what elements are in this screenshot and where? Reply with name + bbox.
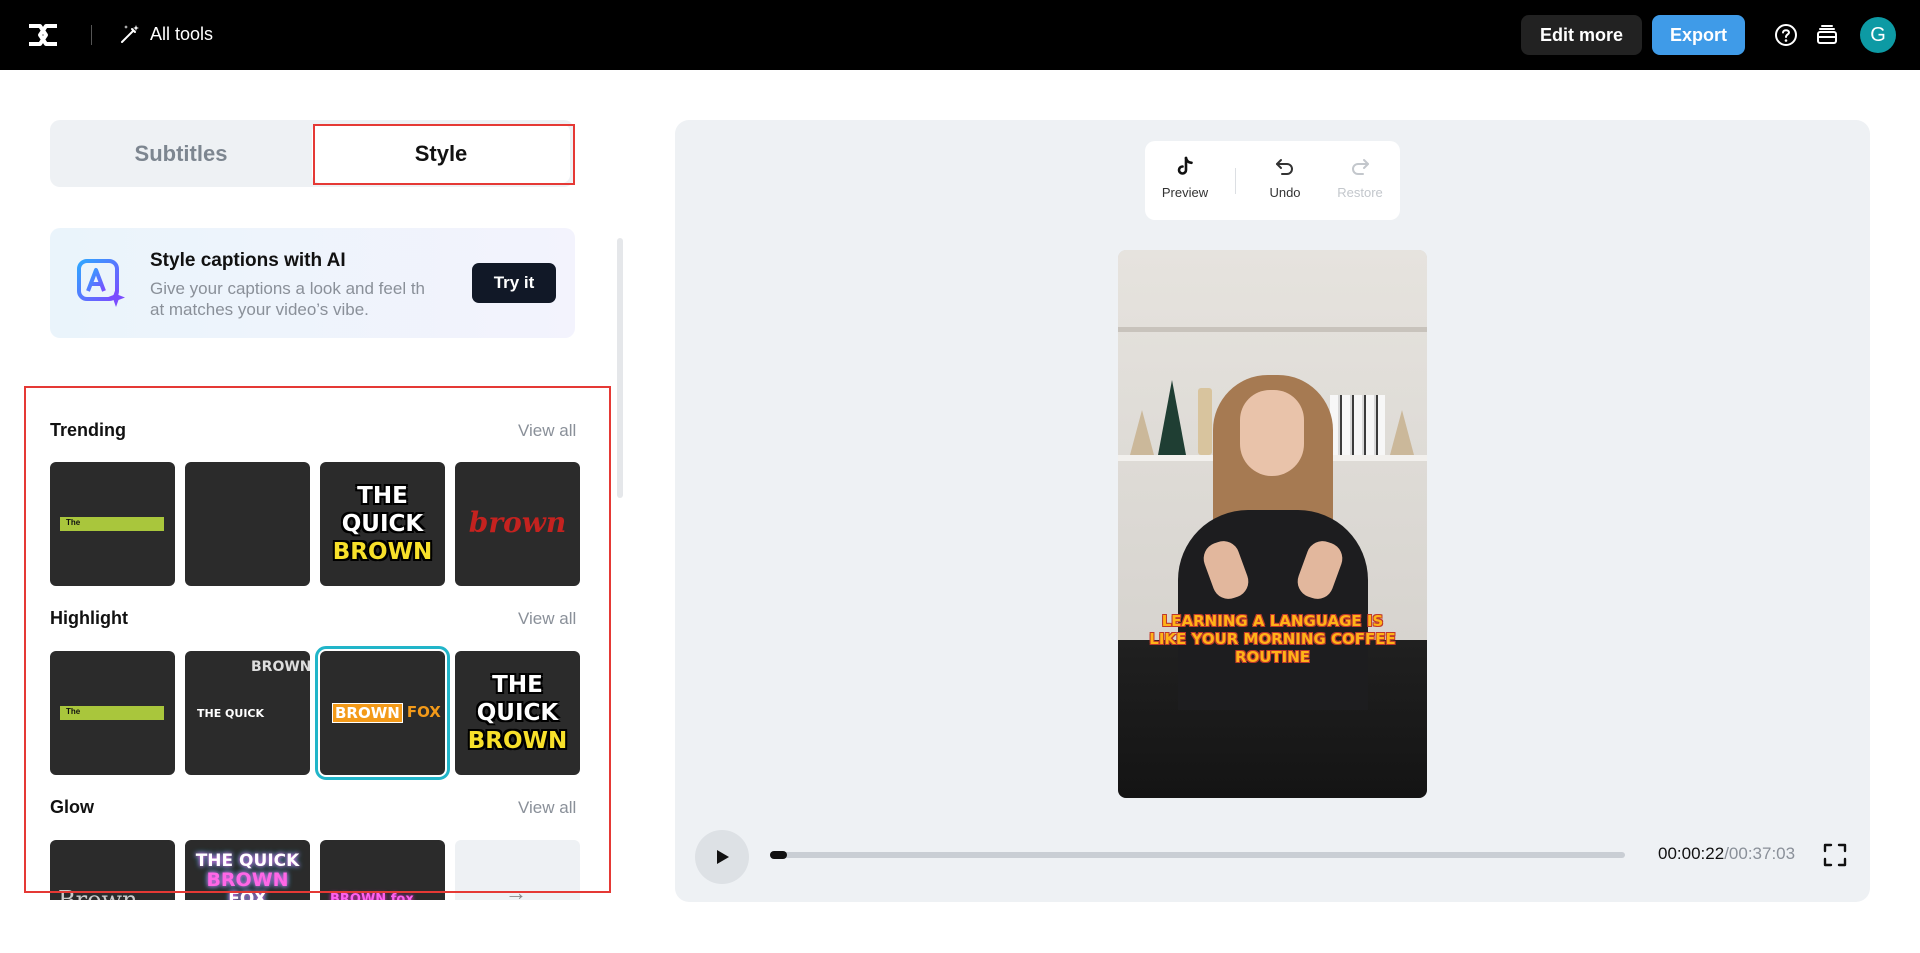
undo-icon (1276, 159, 1293, 175)
ai-card-description-line1: Give your captions a look and feel th (150, 279, 425, 298)
tile-line: FOX (228, 889, 267, 901)
preview-label: Preview (1161, 185, 1209, 200)
tile-text: The (66, 707, 81, 716)
video-person-hands (1198, 535, 1348, 605)
tile-preview-text: THE QUICK BROWN (320, 462, 445, 586)
all-tools-button[interactable]: All tools (118, 22, 213, 46)
ai-card-title: Style captions with AI (150, 250, 346, 271)
toolbar-divider (1235, 168, 1236, 194)
caption-line: LEARNING A LANGUAGE IS (1161, 612, 1384, 630)
section-title-glow: Glow (50, 797, 94, 817)
total-time: /00:37:03 (1724, 844, 1796, 863)
tile-text: The (66, 518, 81, 527)
magic-wand-icon (121, 25, 139, 43)
top-bar: All tools Edit more Export G (0, 0, 1920, 70)
tile-line: THE (357, 483, 408, 509)
glow-row-clip: Brown THE QUICK BROWN FOX BROWN fox → (0, 838, 620, 900)
play-icon (717, 850, 729, 864)
video-decor (1390, 410, 1414, 455)
style-tile[interactable]: BROWN fox (320, 840, 445, 900)
video-preview[interactable]: LEARNING A LANGUAGE IS LIKE YOUR MORNING… (1118, 250, 1427, 798)
tile-line: BROWN (467, 728, 568, 754)
section-title-trending: Trending (50, 420, 126, 440)
current-time: 00:00:22 (1658, 844, 1725, 863)
tile-preview-text: THE QUICK BROWN FOX (185, 852, 310, 901)
tile-text: THE QUICK (197, 707, 265, 720)
layers-icon[interactable] (1814, 22, 1840, 48)
section-title-highlight: Highlight (50, 608, 128, 628)
video-decor (1330, 395, 1385, 455)
tile-text: FOX (406, 703, 441, 721)
tile-line: BROWN (332, 539, 433, 565)
ai-caption-icon (77, 259, 125, 307)
preview-toolbar: Preview Undo Restore (1145, 141, 1400, 220)
ai-card-description: Give your captions a look and feel th at… (150, 278, 450, 320)
video-decor (1158, 380, 1186, 455)
tile-highlight-bar: The (60, 706, 164, 720)
caption-line: ROUTINE (1234, 648, 1311, 666)
tile-line: QUICK (476, 700, 559, 726)
redo-icon (1352, 159, 1369, 175)
playback-progress-bar[interactable] (770, 851, 1625, 859)
view-all-glow[interactable]: View all (518, 798, 576, 818)
tile-preview-text: BROWN FOX (332, 703, 443, 723)
all-tools-label: All tools (150, 23, 214, 44)
video-decor (1130, 410, 1154, 455)
try-it-button[interactable]: Try it (472, 263, 556, 303)
capcut-logo-icon[interactable] (26, 20, 60, 50)
video-shelf (1118, 327, 1427, 332)
style-tile[interactable]: THE QUICK BROWN (455, 651, 580, 775)
play-button[interactable] (695, 830, 749, 884)
tiktok-icon (1177, 156, 1193, 175)
view-all-trending[interactable]: View all (518, 421, 576, 441)
style-tile[interactable] (185, 462, 310, 586)
help-icon[interactable] (1773, 22, 1799, 48)
style-tile[interactable]: THE QUICK BROWN FOX (185, 840, 310, 900)
video-caption: LEARNING A LANGUAGE IS LIKE YOUR MORNING… (1118, 612, 1427, 666)
tile-text: fox (390, 892, 414, 900)
edit-more-button[interactable]: Edit more (1521, 15, 1642, 55)
topbar-divider (91, 25, 92, 45)
tile-line: THE (492, 672, 543, 698)
tile-preview-text: brown (468, 506, 567, 539)
tile-preview-text: BROWN fox (330, 892, 414, 900)
tile-highlight-bar: The (60, 517, 164, 531)
export-button[interactable]: Export (1652, 15, 1745, 55)
style-tile[interactable]: The (50, 462, 175, 586)
video-person (1240, 390, 1304, 476)
style-tile[interactable]: brown (455, 462, 580, 586)
view-more-tile[interactable]: → (455, 840, 580, 900)
caption-line: LIKE YOUR MORNING COFFEE (1149, 630, 1396, 648)
tile-text: BROWN (251, 659, 310, 675)
style-tile[interactable]: Brown (50, 840, 175, 900)
video-decor (1198, 388, 1212, 455)
restore-button[interactable]: Restore (1330, 155, 1390, 200)
tile-line: QUICK (341, 511, 424, 537)
tile-text: BROWN (332, 703, 403, 723)
style-tile-selected[interactable]: BROWN FOX (315, 646, 450, 780)
user-avatar[interactable]: G (1860, 17, 1896, 53)
fullscreen-icon[interactable] (1822, 842, 1848, 868)
preview-button[interactable]: Preview (1155, 155, 1215, 200)
tab-subtitles[interactable]: Subtitles (50, 120, 312, 187)
restore-label: Restore (1337, 185, 1383, 200)
view-all-highlight[interactable]: View all (518, 609, 576, 629)
arrow-right-icon: → (505, 880, 527, 900)
style-tile[interactable]: The (50, 651, 175, 775)
undo-button[interactable]: Undo (1255, 155, 1315, 200)
ai-card-description-line2: at matches your video’s vibe. (150, 300, 369, 319)
playback-time: 00:00:22/00:37:03 (1658, 844, 1795, 864)
progress-fill (770, 851, 787, 859)
tile-line: BROWN (206, 869, 289, 891)
style-tile[interactable]: THE QUICK BROWN (320, 462, 445, 586)
ai-style-card: Style captions with AI Give your caption… (50, 228, 575, 338)
tile-preview-text: THE QUICK BROWN (455, 651, 580, 775)
tile-text: BROWN (330, 892, 387, 900)
tab-style[interactable]: Style (312, 124, 570, 183)
undo-label: Undo (1269, 185, 1301, 200)
style-tile[interactable]: BROWN THE QUICK (185, 651, 310, 775)
panel-scrollbar[interactable] (617, 238, 623, 498)
tile-text: Brown (58, 886, 138, 900)
mode-tabs: Subtitles Style (50, 120, 574, 187)
